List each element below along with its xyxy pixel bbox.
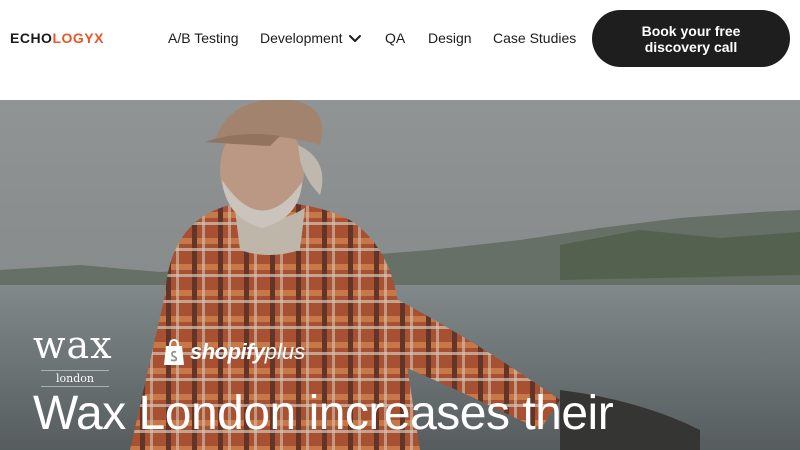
wax-wordmark: wax <box>33 323 113 367</box>
site-header: ECHOLOGYX A/B Testing Development QA Des… <box>0 0 800 100</box>
nav-development-label: Development <box>260 30 343 46</box>
shopify-plus-wordmark: plus <box>264 339 306 364</box>
echologyx-logo[interactable]: ECHOLOGYX <box>10 30 104 46</box>
hero-section: wax london shopify plus Wax London increa… <box>0 100 800 450</box>
shopify-plus-logo: shopify plus <box>162 338 305 366</box>
nav-development[interactable]: Development <box>260 30 363 46</box>
shopify-wordmark: shopify <box>190 339 265 364</box>
shopping-bag-icon <box>164 338 184 365</box>
nav-design[interactable]: Design <box>428 30 472 46</box>
hero-headline: Wax London increases their <box>33 387 614 440</box>
nav-ab-testing[interactable]: A/B Testing <box>168 30 239 46</box>
cta-label: Book your free discovery call <box>641 22 741 55</box>
wax-london-logo: wax london <box>33 326 113 387</box>
wax-london-subtext: london <box>41 370 109 387</box>
book-discovery-call-button[interactable]: Book your free discovery call <box>592 10 790 67</box>
nav-case-studies[interactable]: Case Studies <box>493 30 576 46</box>
nav-qa[interactable]: QA <box>385 30 405 46</box>
chevron-down-icon <box>348 35 361 43</box>
